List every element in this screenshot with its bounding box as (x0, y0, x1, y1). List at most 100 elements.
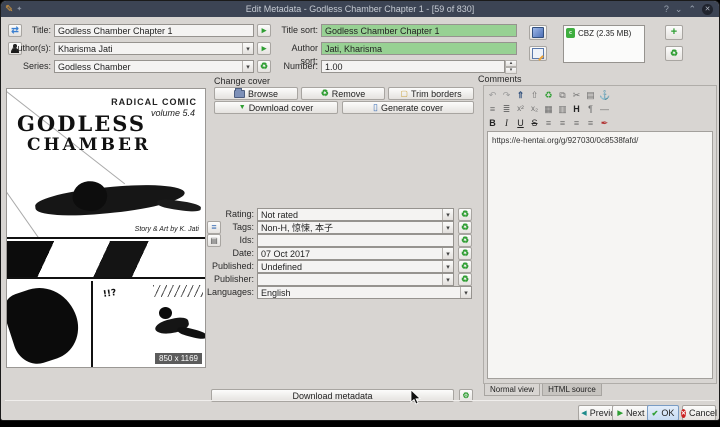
generate-cover-button[interactable]: ▯ Generate cover (342, 101, 474, 114)
clear-published-button[interactable]: ♻ (458, 260, 472, 273)
title-input[interactable] (54, 24, 254, 37)
download-cover-button[interactable]: ▼ Download cover (214, 101, 338, 114)
cbz-file-icon: c (566, 28, 575, 38)
comments-editor[interactable]: https://e-hentai.org/g/927030/0c8538fafd… (487, 131, 713, 379)
paste-icon: ▤ (210, 236, 218, 245)
next-button[interactable]: ▶ Next (612, 405, 650, 421)
pin-icon[interactable]: ✦ (16, 5, 22, 14)
copy-icon[interactable]: ⧉ (557, 89, 568, 101)
underline-icon[interactable]: U (515, 117, 526, 129)
remove-format-button[interactable]: ♻ (665, 46, 683, 61)
export-icon[interactable]: ⇧ (529, 89, 540, 101)
edit-metadata-icon (532, 48, 544, 59)
set-cover-from-format-button[interactable] (529, 25, 547, 40)
open-tag-editor-button[interactable]: ≡ (207, 221, 221, 234)
recycle-icon: ♻ (461, 249, 469, 258)
cut-icon[interactable]: ✂ (571, 89, 582, 101)
tab-html-source[interactable]: HTML source (542, 384, 602, 396)
spin-up-icon[interactable]: ▴ (505, 60, 517, 67)
align-justify-icon[interactable]: ≡ (585, 117, 596, 129)
rating-dropdown-icon[interactable]: ▾ (442, 209, 453, 220)
clear-formatting-icon[interactable]: ♻ (543, 89, 554, 101)
auto-title-sort-button[interactable]: ▸ (257, 24, 271, 37)
series-combo[interactable]: Godless Chamber ▾ (54, 60, 254, 73)
ids-input[interactable] (257, 234, 454, 247)
window-title: Edit Metadata - Godless Chamber Chapter … (121, 4, 599, 14)
shade-window-button[interactable]: ⌄ (675, 5, 683, 14)
languages-combo[interactable]: English ▾ (257, 286, 472, 299)
align-center-icon[interactable]: ≡ (557, 117, 568, 129)
series-value: Godless Chamber (55, 62, 242, 72)
series-number-stepper[interactable]: ▴ ▾ (505, 60, 517, 73)
published-dropdown-icon[interactable]: ▾ (442, 261, 453, 272)
tab-normal-view[interactable]: Normal view (484, 384, 540, 396)
bold-icon[interactable]: B (487, 117, 498, 129)
clear-date-button[interactable]: ♻ (458, 247, 472, 260)
superscript-icon[interactable]: x² (515, 103, 526, 115)
insert-image-icon[interactable]: ▦ (543, 103, 554, 115)
ok-button[interactable]: ✔ OK (647, 405, 679, 421)
paste-identifier-button[interactable]: ▤ (207, 234, 221, 247)
rating-combo[interactable]: Not rated ▾ (257, 208, 454, 221)
languages-dropdown-icon[interactable]: ▾ (460, 287, 471, 298)
ordered-list-icon[interactable]: ≣ (501, 103, 512, 115)
ok-check-icon: ✔ (652, 409, 659, 418)
recycle-icon: ♻ (461, 275, 469, 284)
auto-author-sort-button[interactable]: ▸ (257, 42, 271, 55)
recycle-icon: ♻ (260, 62, 268, 71)
date-dropdown-icon[interactable]: ▾ (442, 248, 453, 259)
redo-icon[interactable]: ↷ (501, 89, 512, 101)
clear-rating-button[interactable]: ♻ (458, 208, 472, 221)
insert-link-icon[interactable]: ⚓ (599, 89, 610, 101)
bullet-list-icon[interactable]: ≡ (487, 103, 498, 115)
folder-icon (234, 90, 245, 98)
clear-tags-button[interactable]: ♻ (458, 221, 472, 234)
author-sort-input[interactable] (321, 42, 517, 55)
publisher-combo[interactable]: ▾ (257, 273, 454, 286)
cancel-button[interactable]: ✕ Cancel (682, 405, 716, 421)
download-cover-label: Download cover (249, 103, 314, 113)
clear-series-button[interactable]: ♻ (257, 60, 271, 73)
align-left-icon[interactable]: ≡ (543, 117, 554, 129)
close-window-button[interactable]: ✕ (702, 4, 713, 15)
cover-panel-middle (7, 241, 205, 279)
authors-dropdown-icon[interactable]: ▾ (242, 43, 253, 54)
tags-combo[interactable]: Non-H, 惊悚, 本子 ▾ (257, 221, 454, 234)
clear-ids-button[interactable]: ♻ (458, 234, 472, 247)
published-picker[interactable]: Undefined ▾ (257, 260, 454, 273)
horizontal-rule-icon[interactable]: — (599, 103, 610, 115)
help-window-button[interactable]: ? (664, 5, 669, 14)
maximize-window-button[interactable]: ⌃ (688, 5, 696, 14)
align-right-icon[interactable]: ≡ (571, 117, 582, 129)
format-item-cbz[interactable]: c CBZ (2.35 MB) (566, 28, 642, 38)
series-dropdown-icon[interactable]: ▾ (242, 61, 253, 72)
trim-borders-button[interactable]: ▢ Trim borders (388, 87, 474, 100)
heading-icon[interactable]: H (571, 103, 582, 115)
browse-cover-button[interactable]: Browse (214, 87, 298, 100)
add-format-button[interactable]: + (665, 25, 683, 40)
cover-image: GODLESS CHAMBER RADICAL COMIC volume 5.4… (6, 88, 206, 368)
series-number-input[interactable] (321, 60, 505, 73)
date-picker[interactable]: 07 Oct 2017 ▾ (257, 247, 454, 260)
arrow-up-icon[interactable]: ⇑ (515, 89, 526, 101)
insert-table-icon[interactable]: ▥ (557, 103, 568, 115)
undo-icon[interactable]: ↶ (487, 89, 498, 101)
formats-list[interactable]: c CBZ (2.35 MB) (563, 25, 645, 63)
text-color-icon[interactable]: ✒ (599, 117, 610, 129)
strikethrough-icon[interactable]: S (529, 117, 540, 129)
tags-dropdown-icon[interactable]: ▾ (442, 222, 453, 233)
title-sort-input[interactable] (321, 24, 517, 37)
clear-publisher-button[interactable]: ♻ (458, 273, 472, 286)
remove-cover-button[interactable]: ♻ Remove (301, 87, 385, 100)
number-label: Number: (273, 60, 318, 73)
paste-icon[interactable]: ▤ (585, 89, 596, 101)
read-metadata-from-format-button[interactable] (529, 46, 547, 61)
tag-editor-icon: ≡ (211, 223, 216, 232)
cover-size-badge: 850 x 1169 (155, 353, 202, 364)
publisher-dropdown-icon[interactable]: ▾ (442, 274, 453, 285)
authors-combo[interactable]: Kharisma Jati ▾ (54, 42, 254, 55)
italic-icon[interactable]: I (501, 117, 512, 129)
paragraph-style-icon[interactable]: ¶ (585, 103, 596, 115)
subscript-icon[interactable]: x₂ (529, 103, 540, 115)
next-label: Next (626, 408, 645, 418)
